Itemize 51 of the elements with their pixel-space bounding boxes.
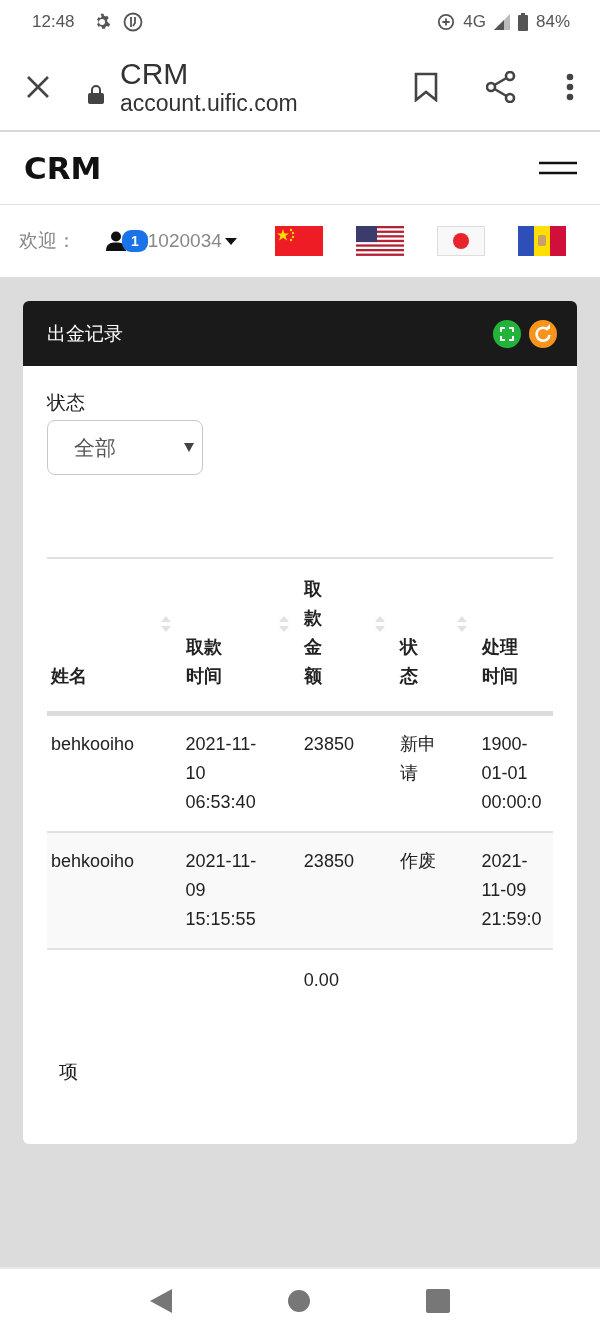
table-cell-text: 新申请 [399,733,437,785]
column-header[interactable]: 姓名 [51,662,87,691]
menu-icon[interactable] [539,161,577,175]
caret-icon[interactable] [224,237,237,245]
column-header[interactable]: 状态 [399,633,418,691]
more-icon[interactable] [566,73,574,101]
china-flag-icon[interactable] [275,226,324,256]
site-logo[interactable]: CRM [24,150,102,186]
signal-icon [493,14,510,30]
filter-label: 状态 [47,391,86,415]
table-cell-text: behkooiho [51,850,135,873]
page-title: CRM [120,58,190,90]
page-url: account.uific.com [120,90,299,116]
table-cell-text: behkooiho [51,733,135,756]
table-cell-text: 作废 [399,850,436,873]
column-header: 处理时间 [481,636,518,688]
home-icon[interactable] [287,1289,311,1313]
table-cell-text: 23850 [303,850,354,873]
battery-icon [517,13,528,31]
welcome-label: 欢迎： [19,229,76,253]
column-header[interactable]: 取款金额 [303,575,322,691]
japan-flag-icon[interactable] [436,226,485,256]
refresh-icon[interactable] [529,319,557,348]
app-notification-icon [122,12,143,32]
caret-icon[interactable] [184,443,194,452]
network-type: 4G [463,12,486,32]
table-cell-text: 23850 [303,733,354,756]
battery-percent: 84% [535,12,570,32]
user-id[interactable]: 1020034 [147,230,222,252]
lock-icon [88,84,104,104]
share-icon[interactable] [486,71,516,103]
table-cell-text: 2021-11-10 06:53:40 [185,733,258,814]
andorra-flag-icon[interactable] [517,226,566,256]
notification-badge: 1 [122,230,148,252]
back-icon[interactable] [149,1289,172,1313]
recents-icon[interactable] [426,1289,451,1313]
status-select[interactable]: 全部 [47,420,203,475]
table-info: 项 [59,1060,79,1084]
usa-flag-icon[interactable] [355,226,404,256]
total-amount: 0.00 [303,970,339,990]
bookmark-icon[interactable] [414,72,438,102]
table-cell-text: 1900-01-01 00:00:0 [481,733,543,814]
status-time: 12:48 [32,12,75,32]
column-header[interactable]: 取款时间 [185,633,222,691]
data-saver-icon [437,13,456,31]
user-icon [106,231,126,251]
panel-title: 出金记录 [47,321,124,346]
table-cell-text: 2021-11-09 21:59:0 [481,850,543,931]
close-icon[interactable] [26,75,50,99]
table-cell-text: 2021-11-09 15:15:55 [185,850,258,931]
fullscreen-icon[interactable] [493,319,521,348]
